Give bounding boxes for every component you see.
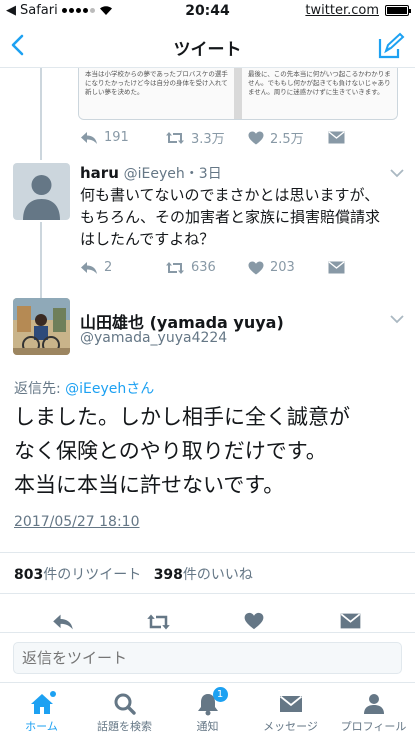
tab-search[interactable]: 話題を検索 — [83, 683, 166, 739]
battery-icon — [385, 5, 411, 16]
reply-tweet-actions: 2 636 203 — [80, 260, 345, 275]
heart-icon — [248, 131, 264, 144]
prev-tweet-actions: 191 3.3万 2.5万 — [80, 128, 345, 147]
retweet-icon[interactable] — [146, 613, 171, 631]
tweet-age: 3日 — [198, 166, 222, 182]
tab-label: ホーム — [25, 720, 58, 733]
previous-tweet-image[interactable]: 本当は小学校からの夢であったプロバスケの選手になりたかったけど今は自分の身体を受… — [78, 68, 398, 120]
tweet-detail-screen: ◀ Safari 20:44 twitter.com ツイート 本当は小学校から… — [0, 0, 415, 739]
tab-messages[interactable]: メッセージ — [249, 683, 332, 739]
chevron-down-icon[interactable] — [390, 168, 404, 178]
reply-input[interactable] — [13, 642, 402, 674]
retweet-stat[interactable]: 803件のリツイート — [14, 567, 141, 583]
retweet-action[interactable]: 636 — [165, 260, 248, 275]
avatar[interactable] — [13, 298, 70, 355]
tweet-line: なく保険とのやり取りだけです。 — [14, 439, 327, 463]
profile-icon — [363, 694, 384, 714]
retweet-count: 3.3万 — [191, 132, 225, 147]
replying-to: 返信先: @iEeyehさん — [14, 378, 154, 398]
notification-badge: 1 — [212, 687, 228, 702]
like-action[interactable]: 203 — [248, 260, 328, 275]
avatar[interactable] — [13, 163, 70, 220]
tab-label: 通知 — [196, 720, 219, 733]
reply-action[interactable]: 191 — [80, 130, 165, 145]
main-tweet-actions — [0, 607, 415, 632]
site-label: twitter.com — [305, 3, 379, 18]
reply-tweet-text: 何も書いてないのでまさかとは思いますが、もちろん、その加害者と家族に損害賠償請求… — [80, 186, 381, 248]
retweet-action[interactable]: 3.3万 — [165, 128, 248, 147]
reply-icon[interactable] — [52, 613, 74, 631]
tweet-stats: 803件のリツイート 398件のいいね — [0, 552, 415, 594]
envelope-icon — [279, 695, 302, 712]
tweet-line: 本当に本当に許せないです。 — [14, 473, 285, 497]
image-text-right: 最後に、この先本当に何がいつ起こるかわかりません。でももし何かが起きても負けない… — [234, 68, 397, 119]
envelope-icon[interactable] — [340, 613, 361, 629]
like-total: 398 — [153, 567, 183, 583]
heart-icon — [248, 261, 264, 274]
like-action[interactable]: 2.5万 — [248, 128, 328, 147]
retweet-label: 件のリツイート — [43, 567, 142, 583]
dm-action[interactable] — [328, 131, 345, 144]
author-name: haru — [80, 164, 119, 182]
tab-label: メッセージ — [263, 720, 318, 733]
tweet-line: しました。しかし相手に全く誠意が — [14, 405, 350, 429]
page-title: ツイート — [173, 40, 242, 60]
retweet-count: 636 — [191, 260, 216, 275]
tab-label: 話題を検索 — [97, 720, 152, 733]
reply-author[interactable]: haru @iEeyeh・3日 — [80, 163, 222, 183]
search-icon — [114, 693, 136, 715]
nav-bar: ツイート — [0, 24, 415, 68]
reply-icon — [81, 261, 97, 274]
reply-mention-link[interactable]: @iEeyehさん — [65, 381, 154, 397]
like-count: 203 — [270, 260, 295, 275]
default-profile-icon — [23, 175, 60, 220]
main-tweet-text: しました。しかし相手に全く誠意が なく保険とのやり取りだけです。 本当に本当に許… — [14, 400, 406, 502]
tab-home[interactable]: ホーム — [0, 683, 83, 739]
thread-line — [40, 68, 42, 160]
heart-icon[interactable] — [244, 612, 264, 630]
reply-count: 191 — [104, 130, 129, 145]
reply-count: 2 — [104, 260, 113, 275]
like-label: 件のいいね — [182, 567, 253, 583]
tab-notifications[interactable]: 1 通知 — [166, 683, 249, 739]
retweet-total: 803 — [14, 567, 44, 583]
tab-bar: ホーム 話題を検索 1 通知 メッセージ プロフィール — [0, 682, 415, 739]
reply-bar — [0, 632, 415, 682]
dm-action[interactable] — [328, 261, 345, 274]
tab-profile[interactable]: プロフィール — [332, 683, 415, 739]
reply-prefix: 返信先: — [14, 381, 66, 397]
retweet-icon — [166, 131, 184, 144]
status-bar: ◀ Safari 20:44 twitter.com — [0, 0, 415, 22]
author-handle[interactable]: @yamada_yuya4224 — [80, 330, 227, 346]
chevron-down-icon[interactable] — [390, 314, 404, 324]
reply-action[interactable]: 2 — [80, 260, 165, 275]
image-text-left: 本当は小学校からの夢であったプロバスケの選手になりたかったけど今は自分の身体を受… — [79, 68, 234, 119]
reply-icon — [81, 131, 97, 144]
retweet-icon — [166, 261, 184, 274]
envelope-icon — [328, 261, 345, 274]
new-tweets-dot — [49, 691, 56, 697]
profile-photo — [13, 298, 70, 355]
author-handle: @iEeyeh — [123, 166, 185, 182]
compose-icon[interactable] — [377, 32, 405, 60]
envelope-icon — [328, 131, 345, 144]
tab-label: プロフィール — [340, 720, 407, 733]
tweet-timestamp[interactable]: 2017/05/27 18:10 — [14, 514, 140, 530]
thread-line — [40, 222, 42, 298]
like-count: 2.5万 — [270, 132, 304, 147]
like-stat[interactable]: 398件のいいね — [154, 567, 253, 583]
